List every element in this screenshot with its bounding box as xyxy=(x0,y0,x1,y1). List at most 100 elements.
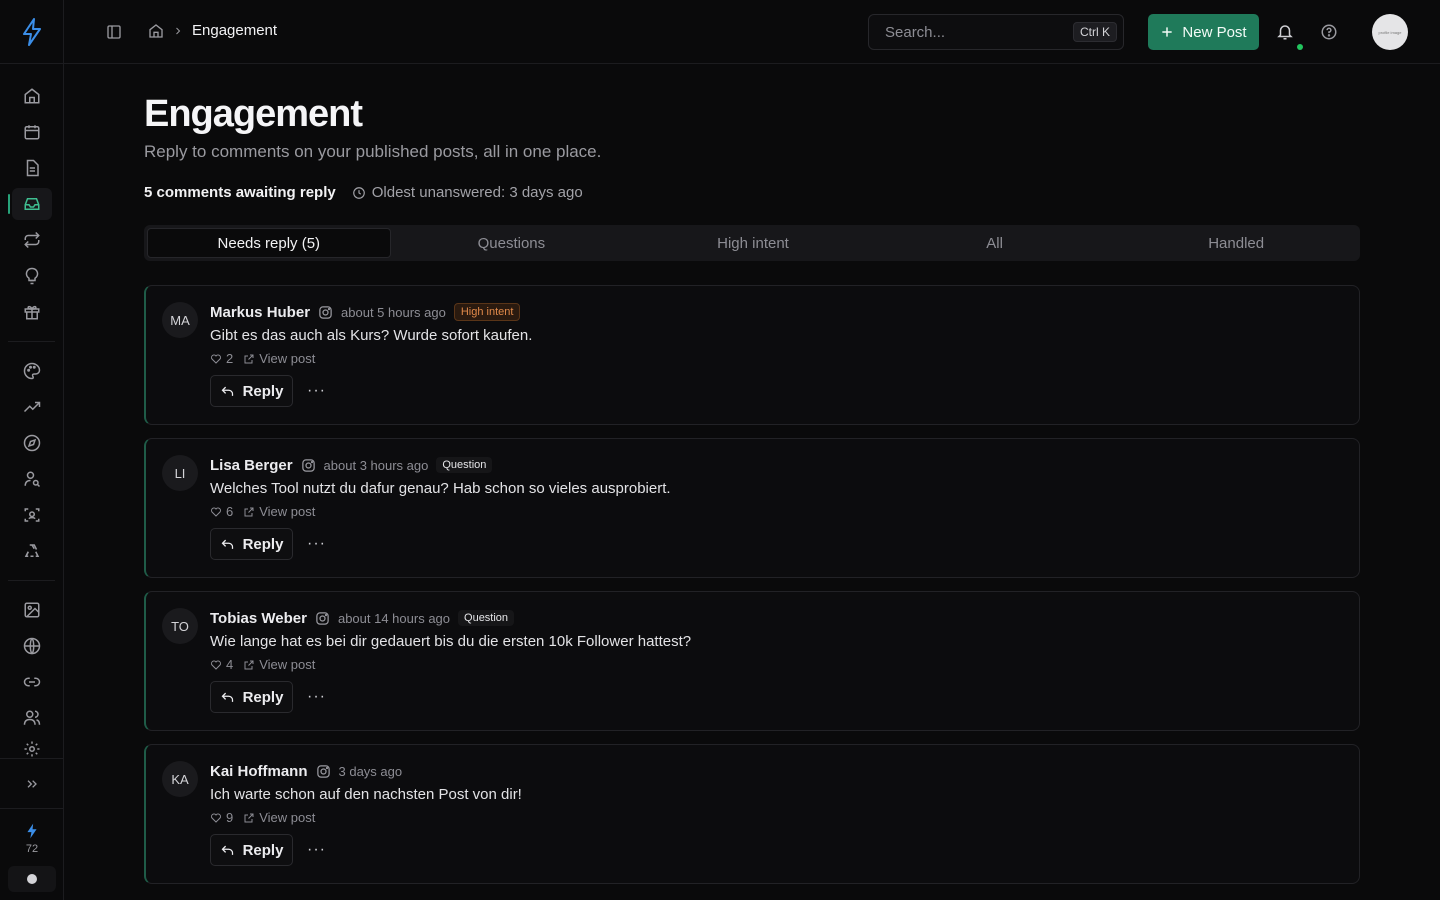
sidebar-divider xyxy=(8,341,55,342)
credits-indicator[interactable]: 72 xyxy=(0,808,64,855)
reply-button[interactable]: Reply xyxy=(210,528,293,560)
high-intent-badge: High intent xyxy=(453,303,521,321)
scan-face-icon xyxy=(24,508,40,522)
user-status[interactable] xyxy=(8,866,56,892)
comment-text: Wie lange hat es bei dir gedauert bis du… xyxy=(210,633,692,650)
reply-button[interactable]: Reply xyxy=(210,681,293,713)
bell-icon xyxy=(1277,25,1293,40)
instagram-icon xyxy=(301,458,315,472)
sidebar-item-home[interactable] xyxy=(0,78,64,114)
reply-button[interactable]: Reply xyxy=(210,375,293,407)
view-post-link[interactable]: View post xyxy=(243,504,315,519)
breadcrumb-home[interactable] xyxy=(148,23,164,39)
image-icon xyxy=(24,602,40,618)
view-post-link[interactable]: View post xyxy=(243,810,315,825)
page-title: Engagement xyxy=(144,93,363,135)
reply-label: Reply xyxy=(242,688,284,706)
sidebar-item-team[interactable] xyxy=(0,700,64,736)
summary-row: 5 comments awaiting reply Oldest unanswe… xyxy=(144,184,1360,201)
comment-time: 3 days ago xyxy=(338,763,403,779)
tab-high-intent[interactable]: High intent xyxy=(632,228,874,258)
sidebar-item-ideas[interactable] xyxy=(0,258,64,294)
more-options-button[interactable]: ··· xyxy=(307,688,326,706)
comment-card: TO Tobias Weber about 14 hours ago Quest… xyxy=(144,591,1360,731)
new-post-label: New Post xyxy=(1182,23,1247,41)
inbox-icon xyxy=(24,198,40,210)
sidebar-item-analytics[interactable] xyxy=(0,389,64,425)
external-link-icon xyxy=(244,507,254,516)
view-post-label: View post xyxy=(259,657,316,672)
breadcrumb-current: Engagement xyxy=(192,22,278,39)
instagram-icon xyxy=(316,611,329,625)
sidebar-item-scan[interactable] xyxy=(0,497,64,533)
comment-avatar: MA xyxy=(162,302,198,338)
comment-card: KA Kai Hoffmann 3 days ago Ich warte sch… xyxy=(144,744,1360,884)
tab-needs-reply[interactable]: Needs reply (5) xyxy=(147,228,391,258)
external-link-icon xyxy=(244,354,254,363)
breadcrumb: Engagement xyxy=(148,22,277,39)
help-button[interactable] xyxy=(1320,23,1338,41)
home-icon xyxy=(149,23,163,38)
palette-icon xyxy=(23,362,41,380)
comment-text: Ich warte schon auf den nachsten Post vo… xyxy=(210,786,522,803)
more-options-button[interactable]: ··· xyxy=(307,382,326,400)
app-logo[interactable] xyxy=(0,0,63,64)
sidebar-item-brand[interactable] xyxy=(0,353,64,389)
tab-all[interactable]: All xyxy=(874,228,1116,258)
comment-likes: 4 xyxy=(210,657,233,672)
home-icon xyxy=(24,88,40,104)
expand-sidebar-button[interactable] xyxy=(0,758,64,808)
search-input[interactable]: Search... Ctrl K xyxy=(868,14,1124,50)
sidebar-item-calendar[interactable] xyxy=(0,114,64,150)
notifications-button[interactable] xyxy=(1276,23,1294,41)
sidebar-item-links[interactable] xyxy=(0,664,64,700)
likes-count: 6 xyxy=(226,504,234,519)
comment-likes: 6 xyxy=(210,504,233,519)
recycle-icon xyxy=(24,544,40,557)
comment-time: about 5 hours ago xyxy=(341,304,446,320)
sidebar-divider xyxy=(8,580,55,581)
comment-likes: 9 xyxy=(210,810,233,825)
sidebar-item-audience[interactable] xyxy=(0,461,64,497)
chevron-right-icon xyxy=(176,27,181,34)
top-bar: Engagement Search... Ctrl K New Post pro… xyxy=(64,0,1440,64)
awaiting-count: 5 comments awaiting reply xyxy=(144,184,336,201)
clock-icon xyxy=(352,186,365,199)
question-badge: Question xyxy=(458,610,515,626)
reply-button[interactable]: Reply xyxy=(210,834,293,866)
view-post-link[interactable]: View post xyxy=(243,657,315,672)
toggle-sidebar-button[interactable] xyxy=(106,24,122,40)
sidebar-item-explore[interactable] xyxy=(0,425,64,461)
instagram-icon xyxy=(316,764,330,778)
comment-list: MA Markus Huber about 5 hours ago High i… xyxy=(144,285,1360,884)
instagram-icon xyxy=(319,305,332,319)
comment-card: MA Markus Huber about 5 hours ago High i… xyxy=(144,285,1360,425)
likes-count: 9 xyxy=(226,810,234,825)
reply-icon xyxy=(221,539,233,549)
reply-icon xyxy=(221,692,233,702)
sidebar-item-repost[interactable] xyxy=(0,222,64,258)
sidebar-item-settings[interactable] xyxy=(0,736,64,758)
plus-icon xyxy=(1162,27,1173,37)
view-post-link[interactable]: View post xyxy=(243,351,315,366)
sidebar-item-posts[interactable] xyxy=(0,150,64,186)
comment-time: about 3 hours ago xyxy=(323,457,429,473)
sidebar-item-recycle[interactable] xyxy=(0,533,64,569)
sidebar-item-media[interactable] xyxy=(0,592,64,628)
bolt-icon xyxy=(27,823,37,839)
heart-icon xyxy=(211,660,221,670)
tab-questions[interactable]: Questions xyxy=(391,228,633,258)
search-shortcut: Ctrl K xyxy=(1073,22,1117,42)
more-options-button[interactable]: ··· xyxy=(307,841,326,859)
more-options-button[interactable]: ··· xyxy=(307,535,326,553)
view-post-label: View post xyxy=(259,351,316,366)
sidebar-item-gifts[interactable] xyxy=(0,294,64,330)
sidebar-item-web[interactable] xyxy=(0,628,64,664)
avatar[interactable]: profile image xyxy=(1372,14,1408,50)
new-post-button[interactable]: New Post xyxy=(1148,14,1259,50)
comment-author: Tobias Weber xyxy=(210,609,307,627)
avatar-text: profile image xyxy=(1378,29,1402,35)
tab-handled[interactable]: Handled xyxy=(1115,228,1357,258)
sidebar-item-engagement[interactable] xyxy=(0,186,64,222)
bolt-logo-icon xyxy=(22,17,41,46)
